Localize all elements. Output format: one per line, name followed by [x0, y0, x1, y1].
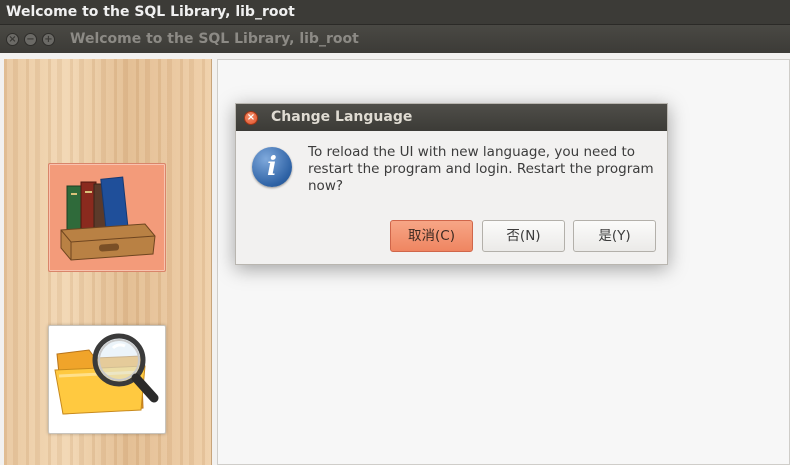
window-close-button[interactable]: ×	[6, 33, 19, 46]
no-button[interactable]: 否(N)	[482, 220, 565, 252]
window-title: Welcome to the SQL Library, lib_root	[70, 31, 359, 47]
books-in-tray-icon	[60, 176, 156, 261]
window-minimize-button[interactable]: −	[24, 33, 37, 46]
window-titlebar[interactable]: × − + Welcome to the SQL Library, lib_ro…	[0, 24, 790, 53]
dialog-title: Change Language	[271, 109, 413, 125]
folder-magnifier-icon	[54, 333, 159, 415]
desktop-top-title: Welcome to the SQL Library, lib_root	[0, 0, 790, 24]
window-maximize-button[interactable]: +	[42, 33, 55, 46]
yes-button[interactable]: 是(Y)	[573, 220, 656, 252]
dialog-titlebar[interactable]: × Change Language	[236, 104, 667, 131]
dialog-message: To reload the UI with new language, you …	[308, 144, 654, 194]
sidebar-item-books[interactable]	[48, 163, 166, 272]
change-language-dialog: × Change Language i To reload the UI wit…	[235, 103, 668, 265]
dialog-close-button[interactable]: ×	[244, 111, 258, 125]
info-icon: i	[252, 147, 292, 187]
sidebar-item-search[interactable]	[48, 325, 166, 434]
cancel-button[interactable]: 取消(C)	[390, 220, 473, 252]
